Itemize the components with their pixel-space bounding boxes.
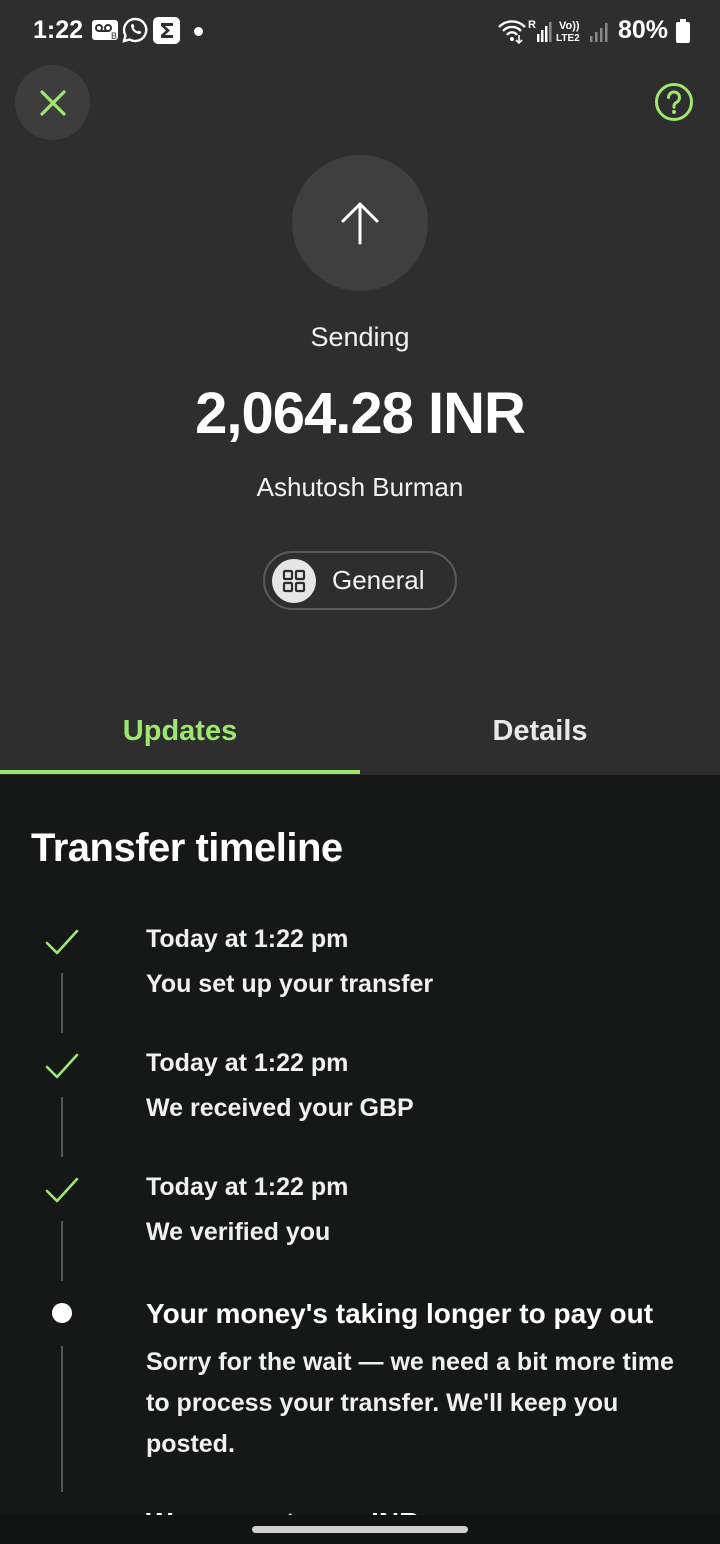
transfer-status: Sending [310, 322, 410, 352]
category-chip[interactable]: General [263, 551, 457, 610]
status-time: 1:22 [33, 16, 84, 44]
current-step-dot [52, 1303, 72, 1323]
signal-icon: R [528, 18, 552, 49]
timeline-text: You set up your transfer [146, 970, 434, 998]
check-icon [45, 929, 79, 955]
battery-level: 80% [618, 16, 669, 44]
svg-text:R: R [528, 19, 536, 31]
active-tab-indicator [0, 770, 360, 774]
category-label: General [332, 565, 425, 595]
wifi-icon [497, 18, 527, 49]
signal-icon [588, 18, 610, 49]
timeline-connector [61, 1097, 63, 1157]
close-button[interactable] [15, 65, 90, 140]
check-icon [45, 1177, 79, 1203]
timeline-connector [61, 1346, 63, 1492]
timeline-time: Today at 1:22 pm [146, 925, 349, 953]
tab-bar: Updates Details [0, 690, 720, 775]
grid-icon [272, 558, 316, 603]
help-button[interactable] [654, 82, 694, 122]
svg-text:Vo)): Vo)) [559, 20, 580, 32]
tab-details[interactable]: Details [360, 690, 720, 775]
check-icon [45, 1053, 79, 1079]
transfer-direction-avatar [292, 155, 428, 291]
timeline-heading: Your money's taking longer to pay out [146, 1298, 654, 1329]
volte-icon: Vo)) LTE2 [556, 18, 586, 49]
timeline-time: Today at 1:22 pm [146, 1049, 349, 1077]
arrow-up-icon [341, 202, 379, 245]
voicemail-icon: B [91, 17, 119, 48]
tab-updates[interactable]: Updates [0, 690, 360, 775]
timeline-text: Sorry for the wait — we need a bit more … [146, 1348, 674, 1458]
status-bar: 1:22 B R Vo)) LTE2 80% [0, 0, 720, 64]
svg-text:LTE2: LTE2 [556, 33, 580, 44]
timeline-text: We verified you [146, 1218, 331, 1246]
notification-dot [194, 27, 203, 36]
sigma-icon [153, 17, 180, 49]
timeline-connector [61, 973, 63, 1033]
timeline-connector [61, 1221, 63, 1281]
whatsapp-icon [122, 17, 148, 48]
timeline-time: Today at 1:22 pm [146, 1173, 349, 1201]
close-icon [39, 89, 66, 116]
help-icon [655, 83, 693, 121]
battery-icon [676, 19, 690, 48]
svg-text:B: B [111, 31, 117, 41]
recipient-name: Ashutosh Burman [256, 472, 464, 502]
timeline-text: We received your GBP [146, 1094, 414, 1122]
section-title: Transfer timeline [31, 826, 343, 870]
transfer-amount: 2,064.28 INR [195, 381, 526, 446]
home-indicator[interactable] [252, 1526, 468, 1533]
